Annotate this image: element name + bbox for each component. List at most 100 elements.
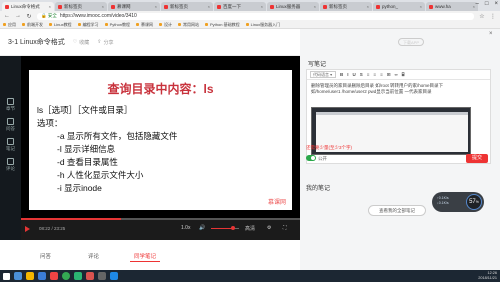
- browser-tab[interactable]: 新标签页 ×: [320, 2, 372, 11]
- sidebar-label: 问答: [6, 126, 15, 131]
- bookmark-item[interactable]: Python 基础教程: [205, 22, 240, 28]
- close-tab-icon[interactable]: ×: [49, 4, 51, 9]
- minimize-icon[interactable]: –: [476, 1, 479, 7]
- format-button[interactable]: ⊞: [387, 72, 391, 78]
- network-speed-widget[interactable]: ↑0.1K/s ↓0.1K/s 57%: [432, 192, 484, 212]
- taskbar-app-icon[interactable]: [50, 272, 58, 280]
- browser-tab[interactable]: 新标签页 ×: [161, 2, 213, 11]
- back-icon[interactable]: ←: [4, 13, 10, 19]
- close-tab-icon[interactable]: ×: [420, 4, 422, 9]
- taskbar-app-icon[interactable]: [98, 272, 106, 280]
- bookmark-item[interactable]: 应用: [3, 22, 16, 28]
- fullscreen-icon[interactable]: ⛶: [283, 225, 287, 231]
- bookmark-item[interactable]: 编程学习: [77, 22, 99, 28]
- bookmark-item[interactable]: Linux教程: [49, 22, 72, 28]
- favicon-icon: [5, 4, 9, 9]
- favicon-icon: [270, 4, 274, 9]
- maximize-icon[interactable]: □: [485, 1, 489, 7]
- download-app-button[interactable]: 下载APP: [398, 38, 424, 46]
- browser-tab[interactable]: 百度一下 ×: [214, 2, 266, 11]
- bookmark-item[interactable]: 前端开发: [22, 22, 43, 28]
- url-field[interactable]: 🔒 安全 https://www.imooc.com/video/3410: [37, 12, 474, 20]
- browser-tab-label: 新标签页: [64, 3, 82, 9]
- browser-tab-bar: Linux命令格式 × 新标签页 × 慕课网 × 新标签页 × 百度一下 × Linux服务器 × 新标…: [0, 0, 500, 11]
- speed-readout: ↑0.1K/s ↓0.1K/s: [437, 196, 449, 205]
- chrome-icon[interactable]: [62, 272, 70, 280]
- reload-icon[interactable]: ↻: [26, 13, 32, 20]
- start-icon[interactable]: [3, 272, 10, 280]
- bookmark-item[interactable]: Linux服务器入门: [245, 22, 280, 28]
- system-clock[interactable]: 12:26 2018/11/21: [478, 271, 497, 281]
- bookmark-item[interactable]: Python教程: [104, 21, 131, 28]
- note-text[interactable]: 删除管理员的家目录删除后目录 如/root 转转用户的家/home目录下 如/h…: [311, 83, 486, 95]
- sidebar-item-comments[interactable]: 评论: [0, 158, 21, 172]
- sidebar-item-notes[interactable]: 笔记: [0, 138, 21, 152]
- url-text: https://www.imooc.com/video/3410: [59, 13, 137, 19]
- slide-line: -a 显示所有文件，包括隐藏文件: [57, 131, 178, 141]
- bookmark-item[interactable]: 设计: [159, 22, 172, 28]
- bookmark-item[interactable]: 慕课网: [136, 22, 153, 28]
- progress-bar[interactable]: [21, 218, 300, 220]
- close-tab-icon[interactable]: ×: [155, 4, 157, 9]
- taskbar-app-icon[interactable]: [86, 272, 94, 280]
- bookmark-item[interactable]: 常用网站: [178, 22, 199, 28]
- format-button[interactable]: U: [353, 72, 356, 77]
- browser-tab[interactable]: Linux服务器 ×: [267, 2, 319, 11]
- submit-button[interactable]: 提交: [466, 154, 488, 163]
- format-button[interactable]: S: [360, 72, 363, 77]
- close-tab-icon[interactable]: ×: [208, 4, 210, 9]
- settings-icon[interactable]: ⚙: [267, 225, 271, 231]
- browser-tab[interactable]: 慕课网 ×: [108, 2, 160, 11]
- close-panel-icon[interactable]: ×: [489, 31, 493, 37]
- browser-tab-label: 新标签页: [170, 3, 188, 9]
- tab-comments[interactable]: 评论: [88, 252, 99, 260]
- format-button[interactable]: ≡: [367, 72, 370, 77]
- forward-icon[interactable]: →: [15, 13, 21, 19]
- format-button[interactable]: I: [347, 72, 348, 77]
- close-icon[interactable]: ×: [494, 1, 498, 7]
- bookmark-label: 前端开发: [27, 21, 43, 27]
- code-language-select[interactable]: 代码语言 ▾: [310, 71, 336, 78]
- bookmark-label: 常用网站: [183, 21, 200, 27]
- volume-knob[interactable]: [231, 226, 236, 230]
- bookmark-label: Python教程: [109, 21, 131, 27]
- publish-toggle[interactable]: [306, 155, 316, 161]
- format-button[interactable]: B: [340, 72, 343, 77]
- browser-tab[interactable]: www.ha ×: [426, 2, 478, 11]
- close-tab-icon[interactable]: ×: [314, 4, 316, 9]
- volume-slider[interactable]: [211, 226, 239, 230]
- bookmark-icon: [245, 23, 249, 26]
- sidebar-item-chapters[interactable]: 章节: [0, 98, 21, 112]
- speed-button[interactable]: 1.0x: [181, 225, 190, 231]
- tab-qa[interactable]: 问答: [40, 252, 51, 260]
- star-icon[interactable]: ☆: [479, 13, 485, 20]
- menu-icon[interactable]: ⋮: [490, 13, 496, 20]
- play-icon[interactable]: [25, 226, 30, 232]
- collect-button[interactable]: ♡ 收藏: [73, 39, 90, 46]
- taskbar-app-icon[interactable]: [74, 272, 82, 280]
- browser-tab-label: Linux命令格式: [11, 3, 40, 9]
- close-tab-icon[interactable]: ×: [261, 4, 263, 9]
- quality-button[interactable]: 高清: [245, 225, 255, 232]
- browser-tab[interactable]: Linux命令格式 ×: [2, 2, 54, 11]
- progress-fill: [21, 218, 122, 220]
- share-button[interactable]: ⇪ 分享: [97, 39, 113, 46]
- view-all-notes-button[interactable]: 查看我的全部笔记: [368, 205, 426, 216]
- browser-tab[interactable]: python_ ×: [373, 2, 425, 11]
- format-button[interactable]: ⌸: [402, 72, 405, 77]
- format-button[interactable]: ≡: [373, 72, 376, 77]
- browser-tab[interactable]: 新标签页 ×: [55, 2, 107, 11]
- video-player[interactable]: 查询目录中内容：ls ls［选项］［文件或目录］ 选项： -a 显示所有文件，包…: [21, 56, 300, 240]
- close-tab-icon[interactable]: ×: [102, 4, 104, 9]
- notes-icon: [7, 138, 14, 145]
- taskbar-app-icon[interactable]: [14, 272, 22, 280]
- sidebar-item-qa[interactable]: 问答: [0, 118, 21, 132]
- tab-classmate-notes[interactable]: 同学笔记: [129, 252, 161, 262]
- volume-icon[interactable]: 🔊: [199, 225, 205, 231]
- taskbar-app-icon[interactable]: [38, 272, 46, 280]
- close-tab-icon[interactable]: ×: [367, 4, 369, 9]
- format-button[interactable]: ≡: [380, 72, 383, 77]
- format-button[interactable]: ∞: [394, 72, 397, 77]
- taskbar-app-icon[interactable]: [110, 272, 118, 280]
- folder-icon[interactable]: [26, 272, 34, 280]
